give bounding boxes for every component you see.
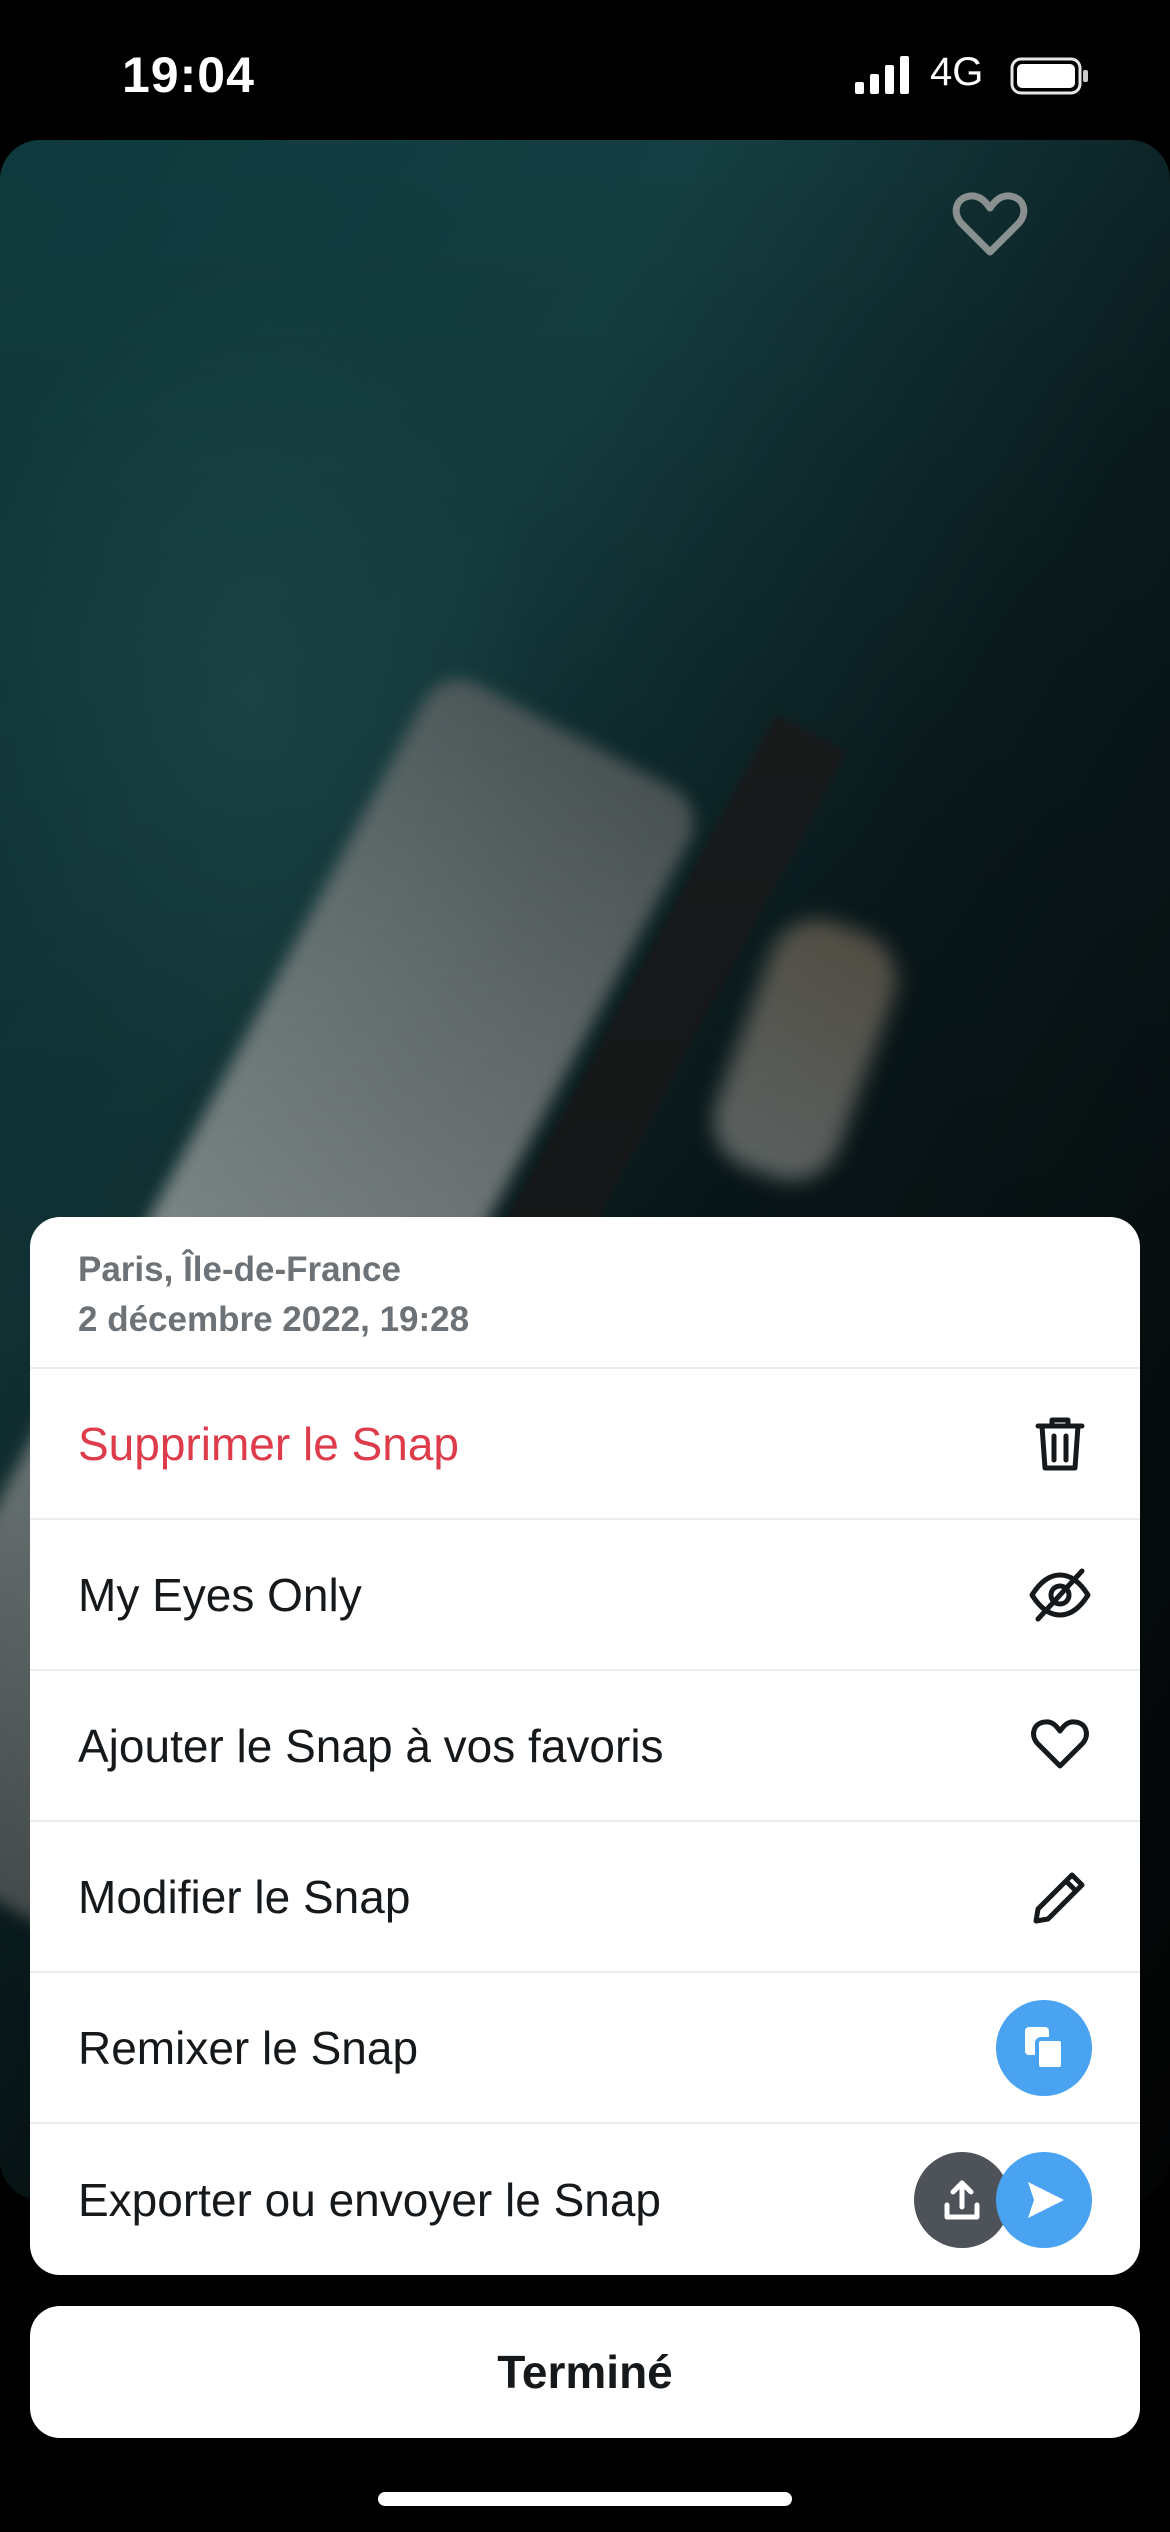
delete-snap-label: Supprimer le Snap bbox=[78, 1417, 459, 1470]
send-icon[interactable] bbox=[996, 2151, 1092, 2248]
trash-icon bbox=[1035, 1417, 1085, 1470]
eye-slash-icon bbox=[1029, 1568, 1091, 1621]
export-snap-row[interactable]: Exporter ou envoyer le Snap bbox=[30, 2124, 1140, 2275]
done-button[interactable]: Terminé bbox=[30, 2306, 1140, 2438]
remix-snap-label: Remixer le Snap bbox=[78, 2021, 419, 2074]
battery-icon bbox=[1010, 57, 1088, 95]
remix-icon bbox=[996, 1999, 1092, 2096]
my-eyes-only-row[interactable]: My Eyes Only bbox=[30, 1520, 1140, 1671]
signal-strength-icon bbox=[855, 56, 909, 94]
delete-snap-row[interactable]: Supprimer le Snap bbox=[30, 1369, 1140, 1520]
pencil-icon bbox=[1033, 1872, 1085, 1923]
favorite-heart-icon[interactable] bbox=[950, 190, 1030, 260]
edit-snap-row[interactable]: Modifier le Snap bbox=[30, 1822, 1140, 1973]
snap-action-sheet: Paris, Île-de-France 2 décembre 2022, 19… bbox=[30, 1217, 1140, 2275]
add-to-favorites-row[interactable]: Ajouter le Snap à vos favoris bbox=[30, 1671, 1140, 1822]
heart-icon bbox=[1031, 1718, 1089, 1768]
snap-date: 2 décembre 2022, 19:28 bbox=[78, 1300, 470, 1339]
remix-snap-row[interactable]: Remixer le Snap bbox=[30, 1973, 1140, 2124]
home-indicator[interactable] bbox=[378, 2492, 792, 2506]
snap-location: Paris, Île-de-France bbox=[78, 1250, 401, 1289]
network-type: 4G bbox=[930, 50, 984, 94]
edit-snap-label: Modifier le Snap bbox=[78, 1870, 411, 1923]
status-time: 19:04 bbox=[122, 47, 255, 103]
export-snap-label: Exporter ou envoyer le Snap bbox=[78, 2173, 662, 2226]
add-to-favorites-label: Ajouter le Snap à vos favoris bbox=[78, 1719, 664, 1772]
snap-info-header: Paris, Île-de-France 2 décembre 2022, 19… bbox=[30, 1217, 1140, 1369]
my-eyes-only-label: My Eyes Only bbox=[78, 1568, 362, 1621]
status-bar: 19:04 4G bbox=[0, 0, 1170, 140]
